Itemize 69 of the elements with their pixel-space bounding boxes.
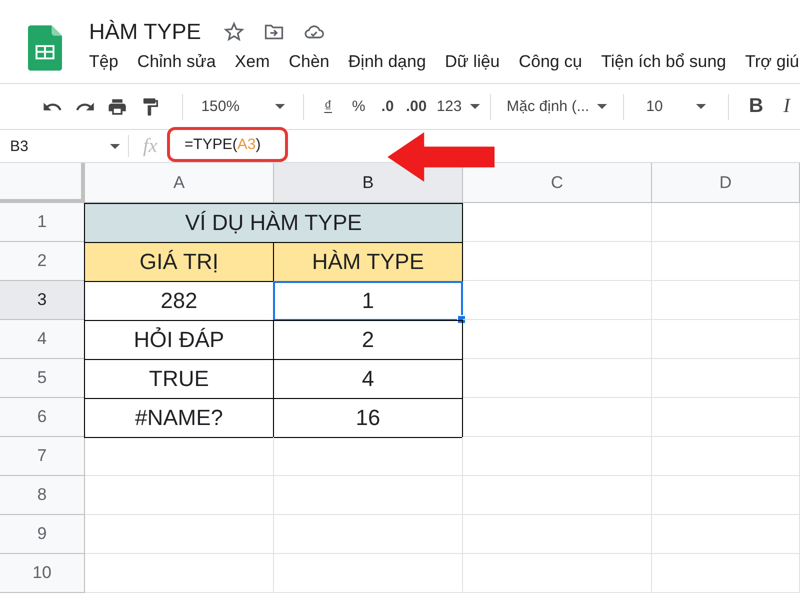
select-all-corner[interactable] xyxy=(0,163,85,203)
menu-item[interactable]: Dữ liệu xyxy=(444,52,500,72)
fx-label: fx xyxy=(143,134,158,158)
empty-cell[interactable] xyxy=(463,398,652,437)
row-header[interactable]: 8 xyxy=(0,476,85,515)
empty-cell[interactable] xyxy=(463,515,652,554)
star-icon[interactable] xyxy=(223,21,246,43)
menu-item[interactable]: Định dạng xyxy=(348,52,426,72)
empty-cell[interactable] xyxy=(463,359,652,398)
name-box[interactable]: B3 xyxy=(0,138,128,154)
table-cell[interactable]: #NAME? xyxy=(84,398,274,438)
empty-cell[interactable] xyxy=(652,554,800,593)
row-header[interactable]: 3 xyxy=(0,281,85,320)
menu-item[interactable]: Trợ giú xyxy=(745,52,800,72)
row-header[interactable]: 1 xyxy=(0,203,85,242)
table-header[interactable]: GIÁ TRỊ xyxy=(84,242,274,282)
empty-cell[interactable] xyxy=(652,203,800,242)
menu-item[interactable]: Công cụ xyxy=(518,52,582,72)
table-header[interactable]: HÀM TYPE xyxy=(273,242,463,282)
empty-cell[interactable] xyxy=(652,242,800,281)
empty-cell[interactable] xyxy=(652,515,800,554)
spreadsheet-logo-icon[interactable] xyxy=(28,25,62,71)
row-header[interactable]: 6 xyxy=(0,398,85,437)
empty-cell[interactable] xyxy=(463,437,652,476)
menu-item[interactable]: Chèn xyxy=(288,52,330,72)
empty-cell[interactable] xyxy=(463,320,652,359)
empty-cell[interactable] xyxy=(274,554,463,593)
table-title[interactable]: VÍ DỤ HÀM TYPE xyxy=(84,203,463,243)
column-header[interactable]: C xyxy=(463,163,652,203)
italic-button[interactable]: I xyxy=(777,95,796,118)
menu-item[interactable]: Tiện ích bổ sung xyxy=(601,52,726,72)
empty-cell[interactable] xyxy=(652,281,800,320)
row-header[interactable]: 10 xyxy=(0,554,85,593)
empty-cell[interactable] xyxy=(274,515,463,554)
empty-cell[interactable] xyxy=(652,437,800,476)
empty-cell[interactable] xyxy=(463,554,652,593)
column-header[interactable]: D xyxy=(652,163,800,203)
table-cell[interactable]: 2 xyxy=(273,320,463,360)
bold-button[interactable]: B xyxy=(742,95,770,118)
percent-format-button[interactable]: % xyxy=(346,98,372,115)
formula-field[interactable]: =TYPE(A3) xyxy=(167,126,288,162)
empty-cell[interactable] xyxy=(463,476,652,515)
row-header[interactable]: 5 xyxy=(0,359,85,398)
menu-item[interactable]: Xem xyxy=(234,52,270,72)
table-cell[interactable]: 1 xyxy=(273,281,463,321)
document-title[interactable]: HÀM TYPE xyxy=(89,19,202,45)
empty-cell[interactable] xyxy=(274,476,463,515)
decrease-decimal-button[interactable]: .0 xyxy=(379,98,396,115)
empty-cell[interactable] xyxy=(274,437,463,476)
column-header[interactable]: A xyxy=(85,163,274,203)
row-header[interactable]: 7 xyxy=(0,437,85,476)
row-header[interactable]: 9 xyxy=(0,515,85,554)
menu-item[interactable]: Chỉnh sửa xyxy=(137,52,216,72)
row-header[interactable]: 4 xyxy=(0,320,85,359)
row-header[interactable]: 2 xyxy=(0,242,85,281)
currency-format-button[interactable]: ₫ xyxy=(318,98,338,115)
empty-cell[interactable] xyxy=(463,281,652,320)
empty-cell[interactable] xyxy=(652,398,800,437)
font-dropdown[interactable]: Mặc định (... xyxy=(500,98,614,115)
column-header[interactable]: B xyxy=(274,163,463,203)
table-cell[interactable]: 16 xyxy=(273,398,463,438)
empty-cell[interactable] xyxy=(652,476,800,515)
increase-decimal-button[interactable]: .00 xyxy=(404,98,429,115)
menu-item[interactable]: Tệp xyxy=(89,52,118,72)
empty-cell[interactable] xyxy=(652,359,800,398)
font-size-dropdown[interactable]: 10 xyxy=(634,98,718,115)
number-format-dropdown[interactable]: 123 xyxy=(436,98,480,115)
zoom-dropdown[interactable]: 150% xyxy=(193,98,294,115)
empty-cell[interactable] xyxy=(652,320,800,359)
